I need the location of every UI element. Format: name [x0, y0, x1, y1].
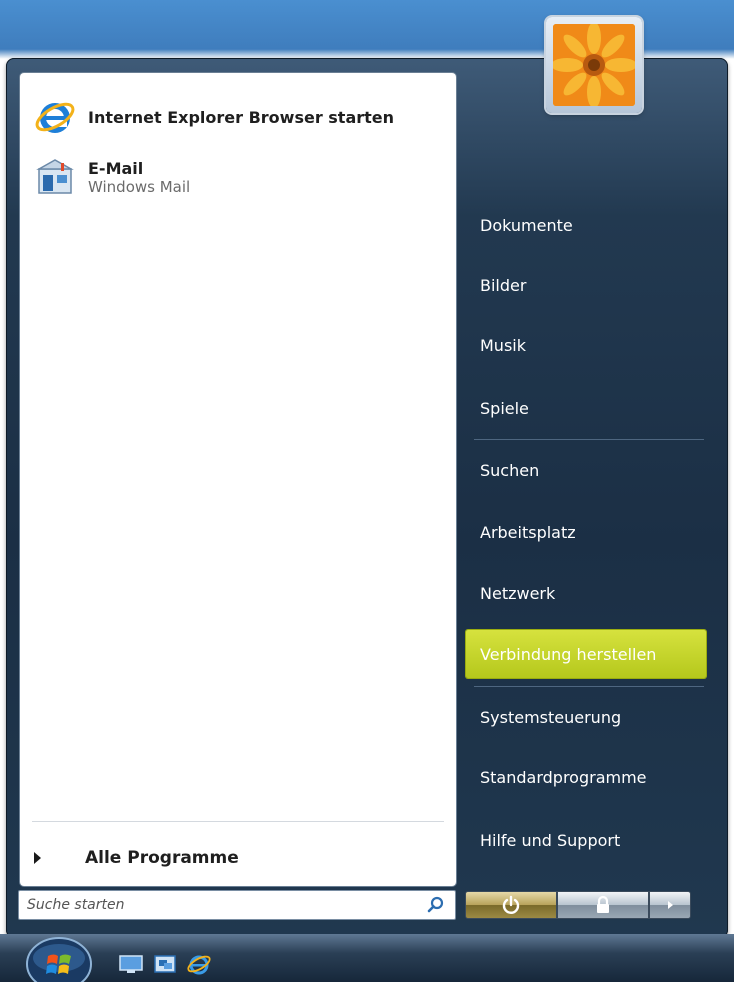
- user-avatar[interactable]: [546, 17, 642, 113]
- places-item-spiele[interactable]: Spiele: [466, 384, 706, 432]
- places-item-hilfe-und-support[interactable]: Hilfe und Support: [466, 816, 706, 864]
- arrow-right-icon: [668, 901, 673, 909]
- places-divider: [474, 439, 704, 440]
- flower-avatar-icon: [553, 24, 635, 106]
- lock-button[interactable]: [557, 891, 649, 919]
- start-button[interactable]: [24, 936, 94, 986]
- arrow-right-icon: [34, 852, 41, 864]
- all-programs-button[interactable]: Alle Programme: [34, 848, 239, 868]
- places-item-netzwerk[interactable]: Netzwerk: [466, 569, 706, 617]
- pinned-item-email[interactable]: E-Mail Windows Mail: [30, 151, 446, 203]
- pinned-programs: Internet Explorer Browser starten E-Mail…: [30, 91, 446, 211]
- power-icon: [502, 895, 520, 914]
- all-programs-label: Alle Programme: [85, 848, 239, 868]
- power-buttons: [465, 891, 693, 921]
- taskbar: [0, 934, 734, 982]
- internet-explorer-icon: [30, 95, 80, 139]
- show-desktop-icon: [119, 955, 143, 973]
- places-item-musik[interactable]: Musik: [466, 321, 706, 369]
- search-box[interactable]: [18, 890, 456, 920]
- pinned-item-subtitle: Windows Mail: [88, 177, 191, 196]
- places-divider: [474, 686, 704, 687]
- windows-orb-icon: [26, 937, 92, 986]
- pinned-item-title: Internet Explorer Browser starten: [88, 107, 395, 127]
- programs-panel: Internet Explorer Browser starten E-Mail…: [20, 73, 456, 886]
- search-icon[interactable]: [427, 896, 445, 914]
- shutdown-options-button[interactable]: [649, 891, 691, 919]
- places-item-verbindung-herstellen[interactable]: Verbindung herstellen: [466, 630, 706, 678]
- power-button[interactable]: [465, 891, 557, 919]
- windows-mail-icon: [30, 155, 80, 199]
- pinned-item-title: E-Mail: [88, 158, 144, 178]
- lock-icon: [597, 895, 609, 913]
- places-item-suchen[interactable]: Suchen: [466, 446, 706, 494]
- places-item-bilder[interactable]: Bilder: [466, 261, 706, 309]
- places-item-arbeitsplatz[interactable]: Arbeitsplatz: [466, 508, 706, 556]
- places-item-dokumente[interactable]: Dokumente: [466, 201, 706, 249]
- show-desktop-button[interactable]: [118, 953, 144, 975]
- left-divider: [32, 821, 444, 822]
- search-input[interactable]: [19, 891, 399, 919]
- places-item-systemsteuerung[interactable]: Systemsteuerung: [466, 693, 706, 741]
- switch-windows-icon: [154, 955, 176, 973]
- internet-explorer-icon: [187, 955, 211, 975]
- internet-explorer-launch-button[interactable]: [186, 953, 212, 975]
- switch-windows-button[interactable]: [152, 953, 178, 975]
- places-item-standardprogramme[interactable]: Standardprogramme: [466, 753, 706, 801]
- pinned-item-internet-explorer[interactable]: Internet Explorer Browser starten: [30, 91, 446, 143]
